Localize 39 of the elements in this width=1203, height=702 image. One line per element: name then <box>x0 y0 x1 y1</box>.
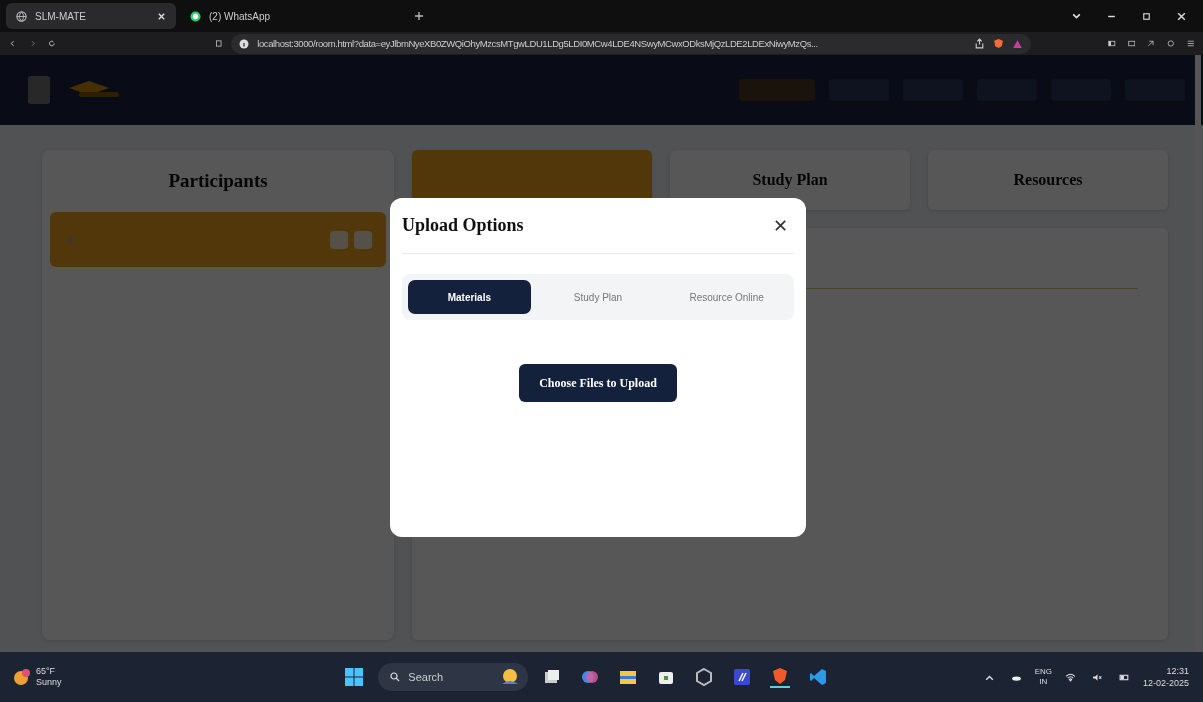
close-button[interactable]: ✕ <box>767 212 794 239</box>
new-tab-icon[interactable] <box>414 11 424 21</box>
browser-tab[interactable]: (2) WhatsApp <box>180 3 350 29</box>
taskbar-search-field[interactable]: Search <box>378 663 529 691</box>
back-icon[interactable] <box>9 38 17 49</box>
language-indicator[interactable]: ENG IN <box>1034 667 1052 687</box>
address-field[interactable]: localhost:3000/room.html?data=eyJlbmNyeXB0ZWQiOhyMzcsMTgwLDU1LDg5LDI0MCw4LDE4NSwyMCwxODksMjQzLDE2LDExNiwyMzQs... <box>231 33 1032 54</box>
temperature: 65°F <box>36 666 57 677</box>
info-icon <box>239 38 250 49</box>
logo-icon <box>28 76 50 104</box>
hexagon-icon[interactable] <box>694 667 715 687</box>
browser-tab[interactable]: SLM-MATE <box>6 3 176 29</box>
wifi-icon[interactable] <box>1064 671 1076 683</box>
clock[interactable]: 12:31 12-02-2025 <box>1142 665 1189 689</box>
muted-speaker-icon[interactable] <box>1091 671 1103 683</box>
share-icon[interactable] <box>974 38 986 49</box>
panel-title: Participants <box>167 169 269 193</box>
restore-icon[interactable] <box>1141 10 1152 22</box>
upload-tab[interactable]: Materials <box>408 280 531 314</box>
bookmark-icon[interactable] <box>214 38 223 49</box>
slash-app-icon[interactable] <box>732 667 753 687</box>
search-icon <box>390 672 401 682</box>
reload-icon[interactable] <box>48 38 56 49</box>
dialog-title: Upload Options <box>402 215 524 236</box>
triangle-icon[interactable] <box>1012 38 1024 49</box>
close-icon[interactable] <box>1176 10 1187 22</box>
globe-icon <box>16 10 27 22</box>
upload-tab[interactable]: Resource Online <box>665 280 788 314</box>
scrollbar[interactable] <box>1195 55 1201 652</box>
code-editor-icon[interactable] <box>808 667 829 687</box>
shield-icon[interactable] <box>993 38 1005 49</box>
close-tab-icon[interactable] <box>157 11 166 21</box>
upload-button[interactable]: Choose Files to Upload <box>519 364 677 402</box>
windows-start-icon[interactable] <box>344 667 365 687</box>
upload-tab[interactable]: Study Plan <box>536 280 660 314</box>
menu-icon[interactable] <box>1186 38 1195 49</box>
chat-icon <box>190 10 201 22</box>
weather-condition: Sunny <box>36 677 62 688</box>
sidebar-icon[interactable] <box>1108 38 1116 49</box>
